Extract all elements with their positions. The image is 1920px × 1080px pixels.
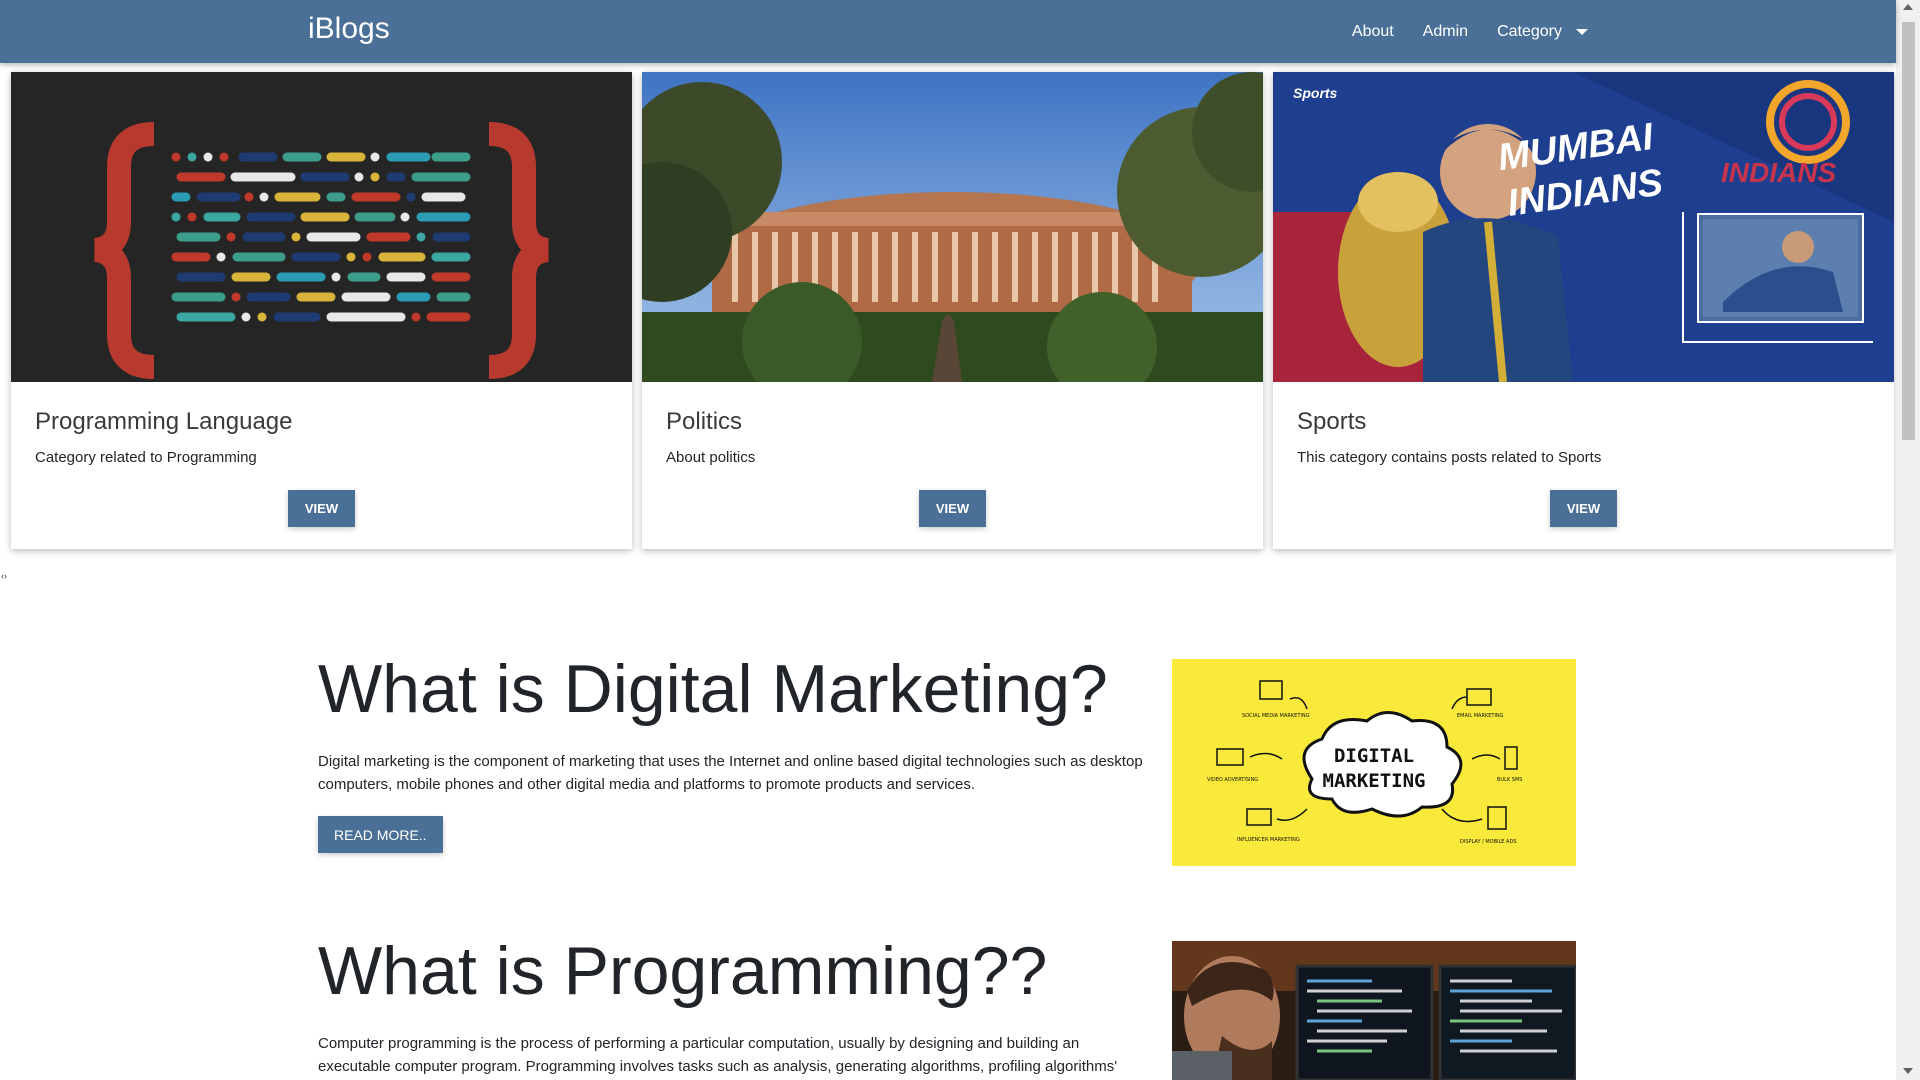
programming-card-image [11,72,632,382]
diagram-item-social: SOCIAL MEDIA MARKETING [1242,713,1310,719]
sports-card-image: Sports MUMBAI INDIANS INDIANS [1273,72,1894,382]
category-card-title: Programming Language [35,408,293,435]
category-card-title: Politics [666,408,743,435]
caret-down-icon [1576,28,1588,35]
brand-logo[interactable]: iBlogs [308,12,390,46]
category-card-programming: Programming Language Category related to… [11,72,632,549]
article-excerpt: Digital marketing is the component of ma… [318,753,1143,793]
category-card-title: Sports [1297,408,1367,435]
view-programming-button[interactable]: VIEW [288,490,355,527]
digital-marketing-diagram: DIGITAL MARKETING SOCIAL MEDIA MARKETING… [1172,659,1576,866]
code-braces-illustration [11,72,632,382]
navbar: iBlogs About Admin Category [0,0,1896,63]
team-logo-text: INDIANS [1721,157,1836,188]
category-card-description: About politics [666,449,756,466]
sports-source-logo: Sports [1293,85,1338,101]
diagram-item-email: EMAIL MARKETING [1457,713,1504,719]
parliament-building-photo [642,72,1263,382]
diagram-item-sms: BULK SMS [1497,777,1522,783]
programming-image [1172,941,1576,1080]
scroll-down-icon[interactable] [1903,1068,1913,1074]
category-card-description: This category contains posts related to … [1297,449,1602,466]
page-scrollbar[interactable] [1896,0,1920,1080]
category-card-description: Category related to Programming [35,449,257,466]
carousel-marker: ‹› [1,571,7,581]
diagram-item-display: DISPLAY / MOBILE ADS [1460,839,1517,845]
scroll-up-icon[interactable] [1903,4,1913,10]
view-politics-button[interactable]: VIEW [919,490,986,527]
view-sports-button[interactable]: VIEW [1550,490,1617,527]
digital-marketing-image: DIGITAL MARKETING SOCIAL MEDIA MARKETING… [1172,659,1576,866]
cricket-team-banner-photo: Sports MUMBAI INDIANS INDIANS [1273,72,1894,382]
politics-card-image [642,72,1263,382]
nav-link-about[interactable]: About [1352,23,1394,41]
nav-dropdown-category[interactable]: Category [1497,23,1588,41]
category-card-sports: Sports MUMBAI INDIANS INDIANS Sports Thi… [1273,72,1894,549]
diagram-item-influencer: INFLUENCER MARKETING [1237,837,1300,843]
read-more-button[interactable]: READ MORE.. [318,816,443,853]
programmer-at-monitors-photo [1172,941,1576,1080]
category-card-politics: Politics About politics VIEW [642,72,1263,549]
nav-links: About Admin Category [1323,0,1588,63]
article-excerpt: Computer programming is the process of p… [318,1035,1118,1075]
diagram-center-label-1: DIGITAL [1334,745,1414,767]
nav-link-admin[interactable]: Admin [1423,23,1468,41]
diagram-item-video: VIDEO ADVERTISING [1207,777,1258,783]
nav-link-category-label: Category [1497,22,1562,40]
category-cards: Programming Language Category related to… [11,72,1896,549]
diagram-center-label-2: MARKETING [1323,770,1426,792]
scrollbar-thumb[interactable] [1902,22,1915,440]
